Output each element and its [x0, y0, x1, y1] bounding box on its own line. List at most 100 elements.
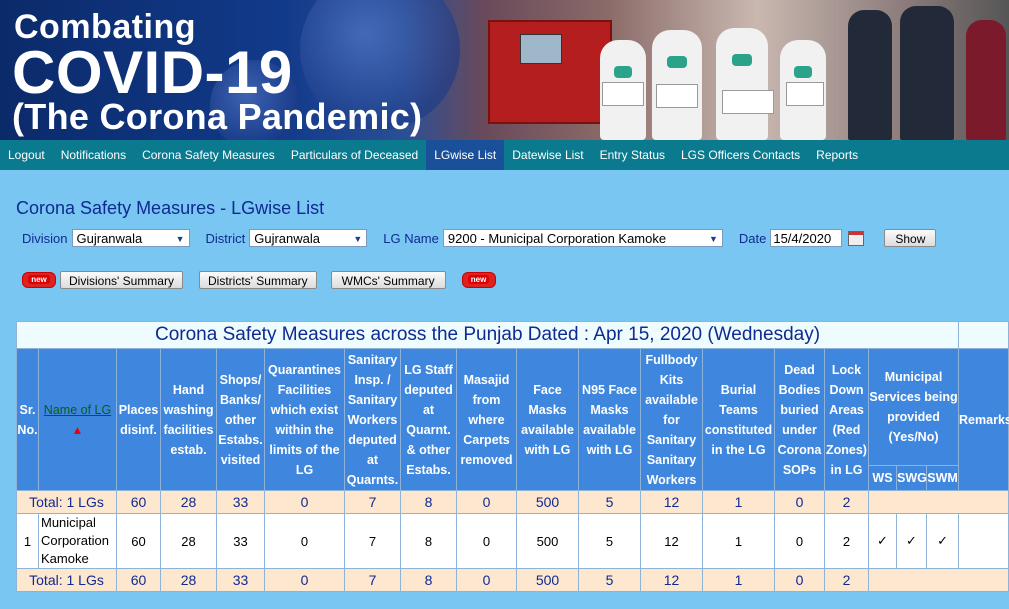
- row-cell: 33: [216, 513, 265, 569]
- header-name-of-lg[interactable]: Name of LG ▲: [38, 348, 117, 491]
- row-cell: 0: [264, 513, 345, 569]
- row-sr: 1: [16, 513, 39, 569]
- show-button[interactable]: Show: [884, 229, 937, 247]
- division-label: Division: [22, 230, 68, 246]
- table-row: 1 Municipal Corporation Kamoke 60 28 33 …: [16, 513, 1009, 569]
- lg-name-value: 9200 - Municipal Corporation Kamoke: [447, 231, 667, 246]
- new-badge-icon: new: [461, 272, 496, 288]
- banner: Combating COVID-19 (The Corona Pandemic): [0, 0, 1009, 140]
- row-cell: 8: [400, 513, 457, 569]
- main-nav: Logout Notifications Corona Safety Measu…: [0, 140, 1009, 170]
- divisions-summary-button[interactable]: Divisions' Summary: [60, 271, 183, 289]
- banner-title-line3: (The Corona Pandemic): [12, 96, 423, 137]
- nav-particulars-of-deceased[interactable]: Particulars of Deceased: [283, 140, 426, 170]
- header-shops-visited: Shops/ Banks/ other Estabs. visited: [216, 348, 265, 491]
- row-cell: 500: [516, 513, 579, 569]
- person-photo: [848, 10, 892, 140]
- placard: [722, 90, 774, 114]
- row-cell: 60: [116, 513, 161, 569]
- total-cell: 60: [116, 568, 161, 592]
- date-input[interactable]: 15/4/2020: [770, 229, 843, 247]
- total-cell: 60: [116, 490, 161, 514]
- placard: [786, 82, 824, 106]
- total-cell: 1: [702, 490, 775, 514]
- header-hand-washing: Hand washing facilities estab.: [160, 348, 217, 491]
- header-face-masks: Face Masks available with LG: [516, 348, 579, 491]
- total-cell: 2: [824, 490, 869, 514]
- header-masajid: Masajid from where Carpets removed: [456, 348, 517, 491]
- header-ws: WS: [868, 465, 897, 491]
- nav-lgwise-list[interactable]: LGwise List: [426, 140, 505, 170]
- total-label: Total: 1 LGs: [16, 490, 117, 514]
- total-cell: 500: [516, 568, 579, 592]
- header-places-disinf: Places disinf.: [116, 348, 161, 491]
- header-n95-masks: N95 Face Masks available with LG: [578, 348, 641, 491]
- nav-logout[interactable]: Logout: [0, 140, 53, 170]
- division-select[interactable]: Gujranwala ▼: [71, 229, 190, 247]
- swm-check-icon: ✓: [925, 513, 960, 569]
- total-cell: 0: [456, 568, 517, 592]
- header-sr-no: Sr. No.: [16, 348, 39, 491]
- calendar-icon[interactable]: [848, 230, 865, 246]
- header-quarantine-facilities: Quarantines Facilities which exist withi…: [264, 348, 345, 491]
- sort-name-link[interactable]: Name of LG: [44, 403, 111, 417]
- header-municipal-services: Municipal Services being provided (Yes/N…: [867, 348, 960, 466]
- summary-buttons: new Divisions' Summary Districts' Summar…: [22, 271, 496, 289]
- total-cell: 5: [578, 490, 641, 514]
- nav-datewise-list[interactable]: Datewise List: [504, 140, 591, 170]
- total-cell: 8: [400, 490, 457, 514]
- person-photo: [900, 6, 954, 140]
- totals-row-top: Total: 1 LGs 60 28 33 0 7 8 0 500 5 12 1…: [16, 490, 1009, 514]
- row-cell: 7: [344, 513, 401, 569]
- district-value: Gujranwala: [254, 231, 320, 246]
- total-cell: 0: [774, 568, 825, 592]
- total-cell: 0: [774, 490, 825, 514]
- header-swg: SWG: [896, 465, 927, 491]
- district-label: District: [205, 230, 246, 246]
- nav-corona-safety-measures[interactable]: Corona Safety Measures: [134, 140, 283, 170]
- lg-name-label: LG Name: [383, 230, 439, 246]
- row-cell: 5: [578, 513, 641, 569]
- row-cell: 2: [824, 513, 869, 569]
- swg-check-icon: ✓: [896, 513, 927, 569]
- header-dead-bodies: Dead Bodies buried under Corona SOPs: [774, 348, 825, 491]
- filter-bar: Division Gujranwala ▼ District Gujranwal…: [22, 229, 937, 247]
- lg-name-select[interactable]: 9200 - Municipal Corporation Kamoke ▼: [442, 229, 723, 247]
- header-remarks: Remarks: [958, 348, 1009, 491]
- total-cell: 2: [824, 568, 869, 592]
- date-label: Date: [738, 230, 767, 246]
- new-badge-icon: new: [22, 272, 56, 288]
- nav-notifications[interactable]: Notifications: [53, 140, 134, 170]
- wmcs-summary-button[interactable]: WMCs' Summary: [330, 271, 446, 289]
- row-cell: 0: [456, 513, 517, 569]
- districts-summary-button[interactable]: Districts' Summary: [198, 271, 317, 289]
- chevron-down-icon: ▼: [708, 234, 718, 244]
- header-sanitary-workers: Sanitary Insp. / Sanitary Workers depute…: [344, 348, 401, 491]
- nav-lgs-officers-contacts[interactable]: LGS Officers Contacts: [673, 140, 808, 170]
- header-swm: SWM: [925, 465, 960, 491]
- total-cell: 28: [160, 490, 217, 514]
- division-value: Gujranwala: [76, 231, 143, 246]
- nav-reports[interactable]: Reports: [808, 140, 866, 170]
- total-cell: 7: [344, 568, 401, 592]
- header-lg-staff: LG Staff deputed at Quarnt. & other Esta…: [400, 348, 457, 491]
- total-cell: 0: [264, 568, 345, 592]
- chevron-down-icon: ▼: [353, 234, 363, 244]
- row-remarks: [958, 513, 1009, 569]
- fire-truck-photo: [488, 20, 612, 124]
- header-burial-teams: Burial Teams constituted in the LG: [702, 348, 775, 491]
- nav-entry-status[interactable]: Entry Status: [592, 140, 673, 170]
- district-select[interactable]: Gujranwala ▼: [249, 229, 368, 247]
- lgwise-table: Corona Safety Measures across the Punjab…: [15, 321, 1009, 592]
- totals-row-bottom: Total: 1 LGs 60 28 33 0 7 8 0 500 5 12 1…: [16, 568, 1009, 592]
- chevron-down-icon: ▼: [175, 234, 185, 244]
- row-cell: 1: [702, 513, 775, 569]
- ws-check-icon: ✓: [868, 513, 897, 569]
- table-caption: Corona Safety Measures across the Punjab…: [15, 321, 960, 349]
- total-cell: 500: [516, 490, 579, 514]
- total-cell: 12: [640, 568, 703, 592]
- total-cell: 33: [216, 490, 265, 514]
- total-label: Total: 1 LGs: [16, 568, 117, 592]
- row-cell: 0: [774, 513, 825, 569]
- total-cell: 0: [264, 490, 345, 514]
